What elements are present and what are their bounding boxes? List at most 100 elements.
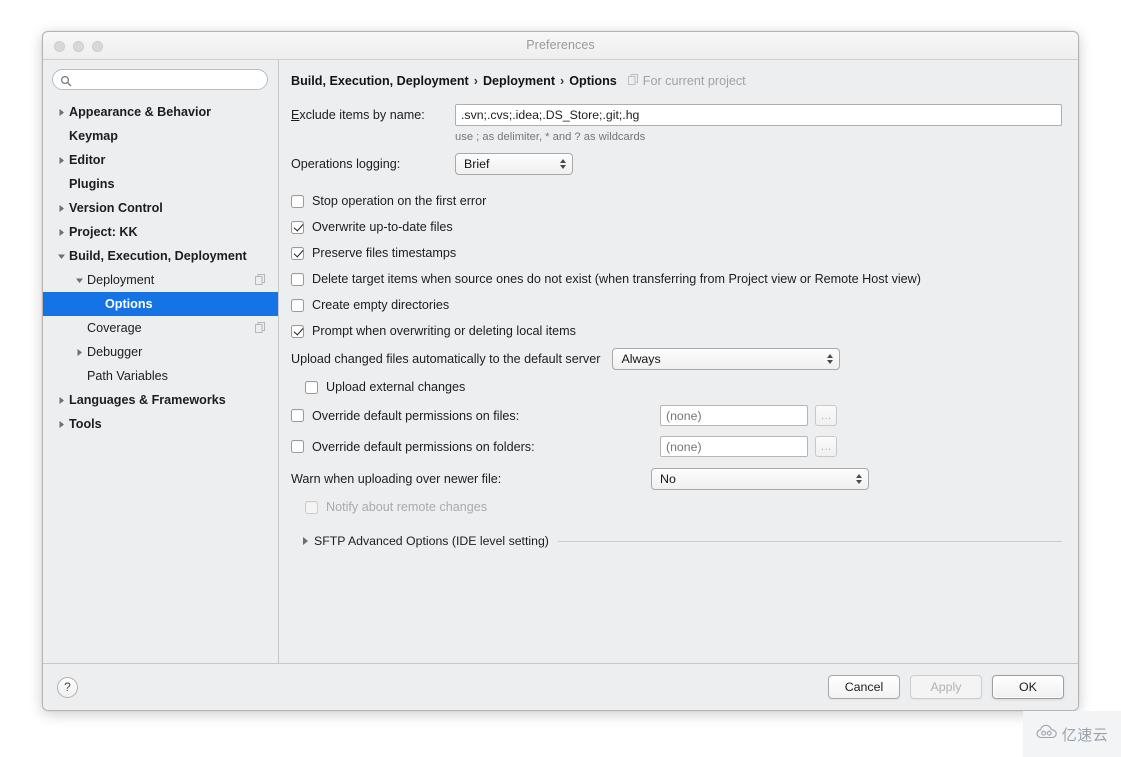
search-input[interactable] xyxy=(72,71,267,88)
sidebar-item-tools[interactable]: Tools xyxy=(43,412,278,436)
option-checkbox[interactable] xyxy=(291,272,304,286)
sidebar-item-keymap[interactable]: Keymap xyxy=(43,124,278,148)
ok-button[interactable]: OK xyxy=(992,675,1064,699)
browse-button: … xyxy=(815,436,837,457)
sidebar-item-label: Appearance & Behavior xyxy=(69,105,212,119)
exclude-items-hint: use ; as delimiter, * and ? as wildcards xyxy=(455,131,646,143)
option-row[interactable]: Preserve files timestamps xyxy=(291,240,1062,266)
sidebar-item-label: Options xyxy=(105,297,153,311)
operations-logging-label: Operations logging: xyxy=(291,157,401,171)
search-box[interactable] xyxy=(52,69,268,90)
permission-checkbox[interactable] xyxy=(291,409,304,422)
warn-newer-select[interactable]: No xyxy=(651,468,869,490)
dialog-footer: ? Cancel Apply OK xyxy=(43,663,1078,710)
chevron-right-icon xyxy=(53,108,69,117)
notify-remote-row: Notify about remote changes xyxy=(291,494,1062,520)
sidebar-item-label: Deployment xyxy=(87,273,155,287)
option-label: Delete target items when source ones do … xyxy=(312,272,921,286)
warn-newer-row: Warn when uploading over newer file: No xyxy=(291,464,1062,494)
sidebar-item-editor[interactable]: Editor xyxy=(43,148,278,172)
options-panel: Build, Execution, Deployment › Deploymen… xyxy=(279,60,1078,663)
breadcrumb-part-2[interactable]: Options xyxy=(569,74,617,88)
option-row[interactable]: Stop operation on the first error xyxy=(291,188,1062,214)
sidebar-item-appearance-behavior[interactable]: Appearance & Behavior xyxy=(43,100,278,124)
option-row[interactable]: Prompt when overwriting or deleting loca… xyxy=(291,318,1062,344)
options-checkbox-list: Stop operation on the first error Overwri… xyxy=(291,188,1062,344)
breadcrumb-part-0[interactable]: Build, Execution, Deployment xyxy=(291,74,469,88)
upload-external-row[interactable]: Upload external changes xyxy=(291,374,1062,400)
exclude-items-label-rest: xclude items by name: xyxy=(299,108,425,122)
sidebar-item-label: Path Variables xyxy=(87,369,168,383)
upload-external-label: Upload external changes xyxy=(326,380,466,394)
option-checkbox[interactable] xyxy=(291,324,304,338)
module-scope-icon xyxy=(255,322,266,333)
permission-row: Override default permissions on files: … xyxy=(291,400,1062,431)
upload-auto-value: Always xyxy=(621,352,661,366)
option-checkbox[interactable] xyxy=(291,220,304,234)
cancel-button[interactable]: Cancel xyxy=(828,675,900,699)
sftp-advanced-options-section[interactable]: SFTP Advanced Options (IDE level setting… xyxy=(291,534,1062,548)
option-label: Preserve files timestamps xyxy=(312,246,457,260)
module-scope-icon xyxy=(627,74,639,88)
stepper-arrows-icon xyxy=(560,159,566,169)
upload-auto-select[interactable]: Always xyxy=(612,348,841,370)
sidebar-item-label: Version Control xyxy=(69,201,163,215)
permission-row: Override default permissions on folders:… xyxy=(291,431,1062,462)
sidebar-item-label: Languages & Frameworks xyxy=(69,393,226,407)
window-body: Appearance & Behavior Keymap Editor Plugins… xyxy=(43,60,1078,663)
sidebar-item-deployment[interactable]: Deployment xyxy=(43,268,278,292)
operations-logging-select[interactable]: Brief xyxy=(455,153,573,175)
breadcrumb-scope-note: For current project xyxy=(627,74,746,88)
exclude-items-input[interactable] xyxy=(455,104,1062,126)
sidebar-item-languages-frameworks[interactable]: Languages & Frameworks xyxy=(43,388,278,412)
section-divider xyxy=(557,540,1062,542)
stepper-arrows-icon xyxy=(827,354,834,364)
option-row[interactable]: Overwrite up-to-date files xyxy=(291,214,1062,240)
watermark-text: 亿速云 xyxy=(1061,725,1109,744)
option-checkbox[interactable] xyxy=(291,246,304,260)
breadcrumb-separator: › xyxy=(473,74,478,88)
window-title: Preferences xyxy=(526,38,595,52)
operations-logging-value: Brief xyxy=(464,157,490,171)
sidebar-item-plugins[interactable]: Plugins xyxy=(43,172,278,196)
breadcrumb-scope-label: For current project xyxy=(642,74,746,88)
permission-input[interactable] xyxy=(660,405,808,426)
browse-button: … xyxy=(815,405,837,426)
sidebar-item-version-control[interactable]: Version Control xyxy=(43,196,278,220)
chevron-right-icon xyxy=(53,204,69,213)
permission-checkbox[interactable] xyxy=(291,440,304,453)
option-checkbox[interactable] xyxy=(291,194,304,208)
chevron-right-icon xyxy=(53,420,69,429)
chevron-right-icon xyxy=(53,156,69,165)
sidebar-item-label: Build, Execution, Deployment xyxy=(69,249,247,263)
sidebar-item-path-variables[interactable]: Path Variables xyxy=(43,364,278,388)
sidebar-item-options[interactable]: Options xyxy=(43,292,278,316)
sidebar-item-coverage[interactable]: Coverage xyxy=(43,316,278,340)
exclude-items-label: Exclude items by name: xyxy=(291,108,455,122)
chevron-right-icon xyxy=(303,537,308,545)
sidebar-item-label: Plugins xyxy=(69,177,115,191)
option-row[interactable]: Delete target items when source ones do … xyxy=(291,266,1062,292)
breadcrumb-part-1[interactable]: Deployment xyxy=(483,74,555,88)
option-label: Prompt when overwriting or deleting loca… xyxy=(312,324,576,338)
chevron-right-icon xyxy=(53,396,69,405)
chevron-right-icon xyxy=(71,348,87,357)
sidebar-item-build-execution-deployment[interactable]: Build, Execution, Deployment xyxy=(43,244,278,268)
sidebar-item-debugger[interactable]: Debugger xyxy=(43,340,278,364)
cloud-logo-icon xyxy=(1036,724,1058,744)
module-scope-icon xyxy=(255,274,266,285)
permission-input[interactable] xyxy=(660,436,808,457)
search-icon xyxy=(60,74,72,86)
chevron-down-icon xyxy=(53,252,69,261)
permission-label: Override default permissions on files: xyxy=(312,408,520,423)
settings-sidebar: Appearance & Behavior Keymap Editor Plugins… xyxy=(43,60,279,663)
help-button[interactable]: ? xyxy=(57,676,78,698)
permission-label: Override default permissions on folders: xyxy=(312,439,535,454)
option-checkbox[interactable] xyxy=(291,298,304,312)
upload-auto-row: Upload changed files automatically to th… xyxy=(291,344,1062,374)
sidebar-item-label: Debugger xyxy=(87,345,143,359)
sidebar-item-project-kk[interactable]: Project: KK xyxy=(43,220,278,244)
sidebar-item-label: Coverage xyxy=(87,321,142,335)
upload-external-checkbox[interactable] xyxy=(305,380,318,394)
option-row[interactable]: Create empty directories xyxy=(291,292,1062,318)
